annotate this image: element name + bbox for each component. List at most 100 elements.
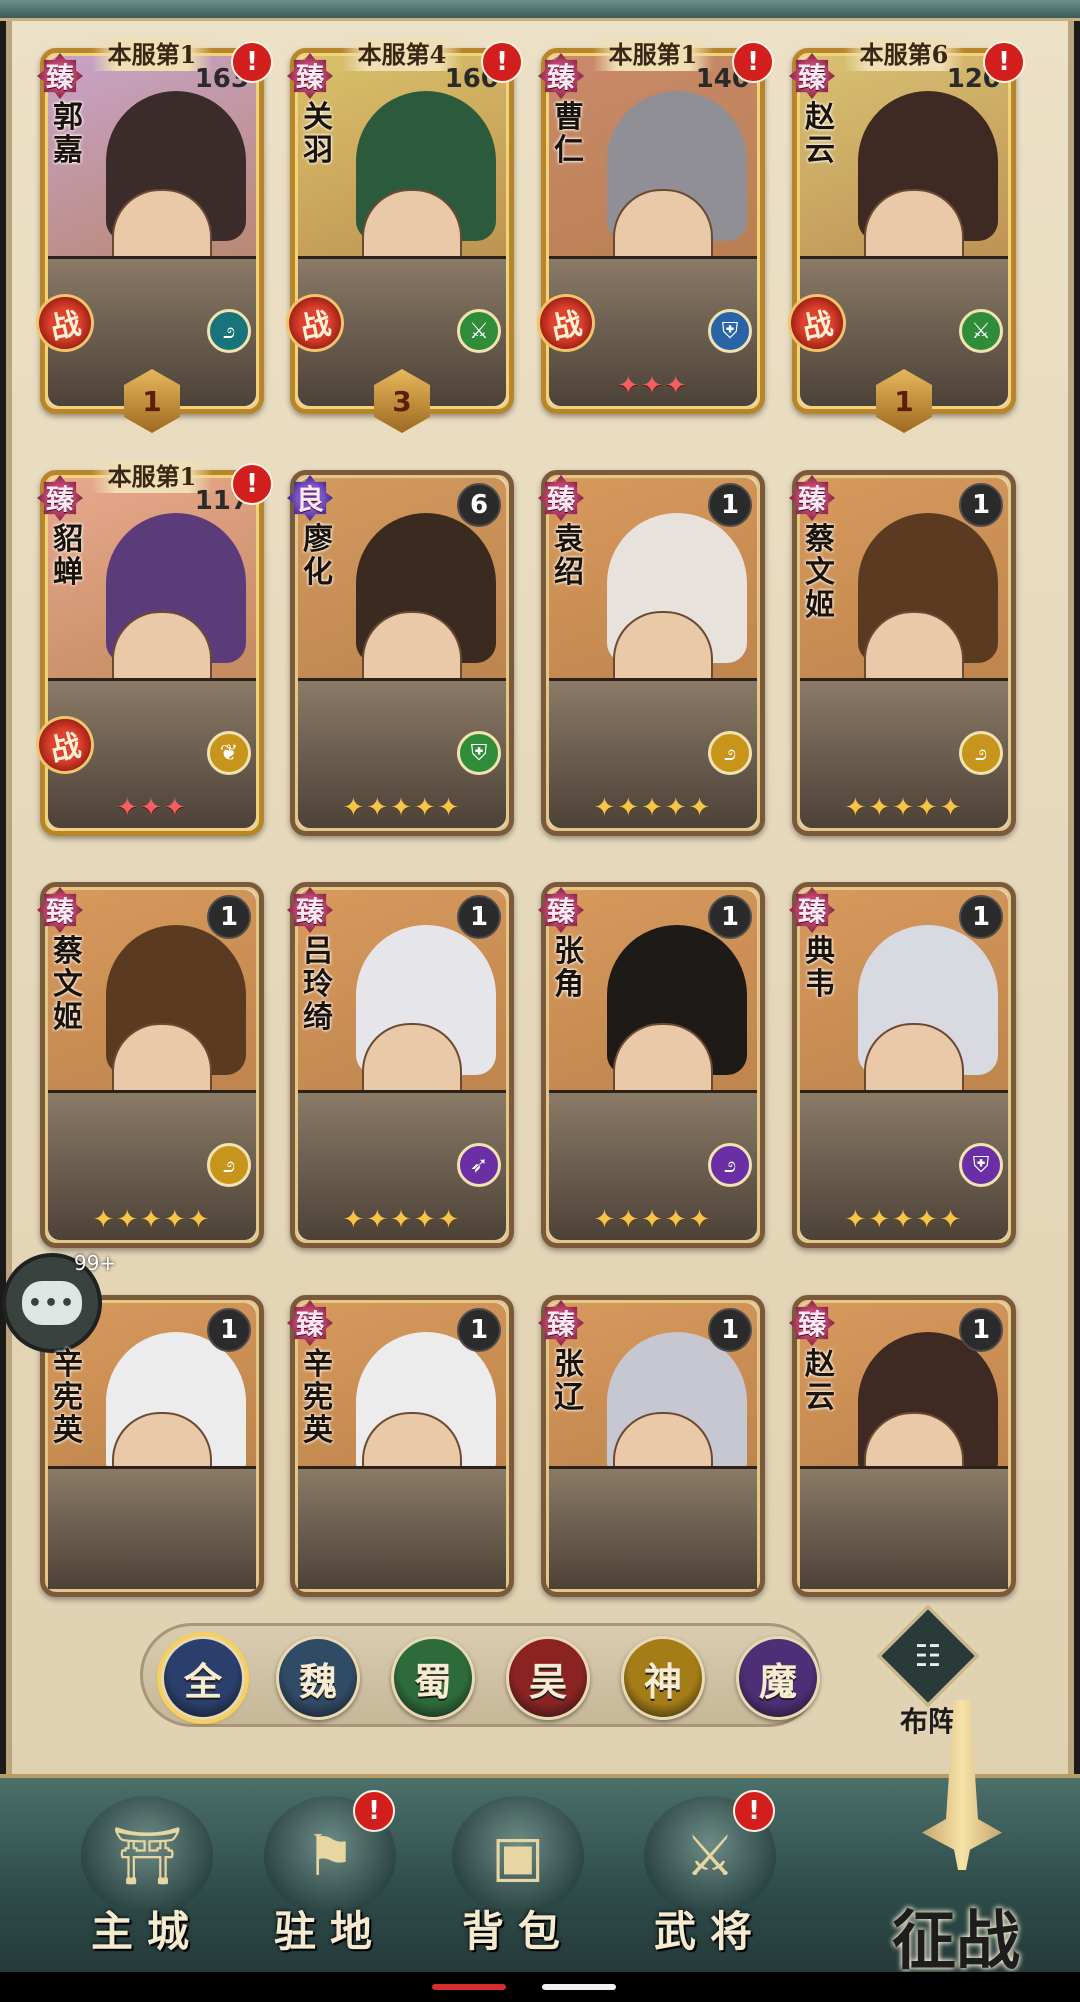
faction-filter-2[interactable]: 蜀 — [391, 1636, 475, 1720]
shield-defender-icon: ⛨ — [457, 731, 501, 775]
campaign-button[interactable]: 征战 — [862, 1700, 1074, 1979]
nav-label: 驻地 — [273, 1907, 386, 1956]
system-nav-bar — [0, 1972, 1080, 2002]
quality-badge: 臻 — [538, 1300, 584, 1346]
chat-button[interactable]: ••• 99+ — [2, 1251, 116, 1353]
faction-filter-0[interactable]: 全 — [161, 1636, 245, 1720]
panel-top-border — [0, 0, 1080, 21]
hero-card[interactable]: 臻 1 袁绍 ೨ ✦✦✦✦✦ — [538, 470, 765, 836]
hero-name: 关羽 — [303, 100, 333, 168]
nav-item-general-helmet[interactable]: ⚔ 武将! — [635, 1790, 785, 1966]
ring-strategist-icon: ೨ — [708, 731, 752, 775]
alert-badge: ! — [733, 1790, 775, 1832]
nav-item-treasure-chest[interactable]: ▣ 背包 — [443, 1796, 593, 1966]
hero-name: 曹仁 — [554, 100, 584, 168]
hero-card[interactable]: 良 6 廖化 ⛨ ✦✦✦✦✦ — [287, 470, 514, 836]
hero-card[interactable]: 本服第1 臻 140! 曹仁战 ⛨ ✦✦✦ — [535, 39, 774, 414]
hero-name: 貂蝉 — [53, 522, 83, 590]
hero-level: 1 — [457, 1308, 501, 1352]
hero-level: 1 — [959, 483, 1003, 527]
star-rating: ✦✦✦ — [617, 371, 689, 401]
faction-filter-4[interactable]: 神 — [621, 1636, 705, 1720]
hero-name: 蔡文姬 — [53, 934, 83, 1035]
alert-badge: ! — [983, 41, 1025, 83]
hero-level: 1 — [708, 1308, 752, 1352]
nav-label: 主城 — [90, 1907, 203, 1956]
hero-card[interactable]: 本服第6 臻 120! 赵云战 ⚔ 1 — [786, 39, 1025, 433]
hero-card[interactable]: 臻 1 吕玲绮 ➶ ✦✦✦✦✦ — [287, 882, 514, 1248]
hero-armor — [549, 1465, 757, 1589]
arrow-archer-icon: ➶ — [457, 1143, 501, 1187]
star-rating: ✦✦✦✦✦ — [593, 1205, 713, 1235]
nav-item-garrison[interactable]: ⚑ 驻地! — [255, 1790, 405, 1966]
ring-strategist-icon: ೨ — [207, 309, 251, 353]
shield-defender-icon: ⛨ — [959, 1143, 1003, 1187]
hero-name: 赵云 — [805, 1347, 835, 1415]
formation-people-icon: ☷ — [877, 1605, 979, 1707]
hero-level: 1 — [708, 483, 752, 527]
alert-badge: ! — [481, 41, 523, 83]
hero-name: 辛宪英 — [53, 1347, 83, 1448]
hero-armor — [48, 1465, 256, 1589]
chat-unread-badge: 99+ — [74, 1251, 117, 1275]
nav-item-castle[interactable]: ⛩ 主城 — [72, 1796, 222, 1966]
quality-badge: 臻 — [538, 887, 584, 933]
hero-name: 张辽 — [554, 1347, 584, 1415]
hero-name: 张角 — [554, 934, 584, 1002]
nav-label: 背包 — [461, 1907, 574, 1956]
hero-level: 1 — [959, 895, 1003, 939]
alert-badge: ! — [353, 1790, 395, 1832]
star-rating: ✦✦✦✦✦ — [844, 793, 964, 823]
hero-card[interactable]: 臻 1 蔡文姬 ೨ ✦✦✦✦✦ — [789, 470, 1016, 836]
sword-warrior-icon: ⚔ — [457, 309, 501, 353]
hero-name: 郭嘉 — [53, 100, 83, 168]
alert-badge: ! — [732, 41, 774, 83]
hero-armor — [800, 1465, 1008, 1589]
ring-strategist-icon: ೨ — [708, 1143, 752, 1187]
hero-name: 吕玲绮 — [303, 934, 333, 1035]
faction-filter-3[interactable]: 吴 — [506, 1636, 590, 1720]
hero-card[interactable]: 臻 1 辛宪英 — [287, 1295, 514, 1597]
ring-strategist-icon: ೨ — [959, 731, 1003, 775]
hero-card[interactable]: 臻 1 张角 ೨ ✦✦✦✦✦ — [538, 882, 765, 1248]
star-rating: ✦✦✦✦✦ — [593, 793, 713, 823]
ring-strategist-icon: ೨ — [207, 1143, 251, 1187]
hero-level: 1 — [207, 895, 251, 939]
nav-pill — [542, 1984, 616, 1990]
hero-name: 典韦 — [805, 934, 835, 1002]
sword-warrior-icon: ⚔ — [959, 309, 1003, 353]
hero-name: 蔡文姬 — [805, 522, 835, 623]
quality-badge: 臻 — [37, 887, 83, 933]
hero-card[interactable]: 本服第1 臻 163! 郭嘉战 ೨ 1 — [34, 39, 273, 433]
faction-filter-1[interactable]: 魏 — [276, 1636, 360, 1720]
hero-card[interactable]: 臻 1 典韦 ⛨ ✦✦✦✦✦ — [789, 882, 1016, 1248]
quality-badge: 臻 — [789, 53, 835, 99]
hero-armor — [298, 1465, 506, 1589]
hero-level: 6 — [457, 483, 501, 527]
star-rating: ✦✦✦✦✦ — [342, 1205, 462, 1235]
hero-card[interactable]: 本服第1 臻 117! 貂蝉战 ❦ ✦✦✦ — [34, 461, 273, 836]
hero-card[interactable]: 臻 1 赵云 — [789, 1295, 1016, 1597]
quality-badge: 臻 — [37, 53, 83, 99]
star-rating: ✦✦✦✦✦ — [844, 1205, 964, 1235]
alert-badge: ! — [231, 41, 273, 83]
faction-filter-5[interactable]: 魔 — [736, 1636, 820, 1720]
chat-bubble-icon: ••• — [22, 1281, 82, 1325]
leaf-support-icon: ❦ — [207, 731, 251, 775]
campaign-label: 征战 — [892, 1904, 1020, 1979]
hero-name: 辛宪英 — [303, 1347, 333, 1448]
hero-level: 1 — [959, 1308, 1003, 1352]
hero-card[interactable]: 臻 1 蔡文姬 ೨ ✦✦✦✦✦ — [37, 882, 264, 1248]
hero-level: 1 — [207, 1308, 251, 1352]
quality-badge: 臻 — [789, 1300, 835, 1346]
faction-filter-bar: 全魏蜀吴神魔 — [140, 1623, 820, 1727]
shield-defender-icon: ⛨ — [708, 309, 752, 353]
star-rating: ✦✦✦ — [116, 793, 188, 823]
quality-badge: 臻 — [538, 53, 584, 99]
hero-card[interactable]: 臻 1 张辽 — [538, 1295, 765, 1597]
alert-badge: ! — [231, 463, 273, 505]
hero-level: 1 — [708, 895, 752, 939]
quality-badge: 臻 — [789, 887, 835, 933]
hero-card[interactable]: 本服第4 臻 160! 关羽战 ⚔ 3 — [284, 39, 523, 433]
nav-pill-active — [432, 1984, 506, 1990]
